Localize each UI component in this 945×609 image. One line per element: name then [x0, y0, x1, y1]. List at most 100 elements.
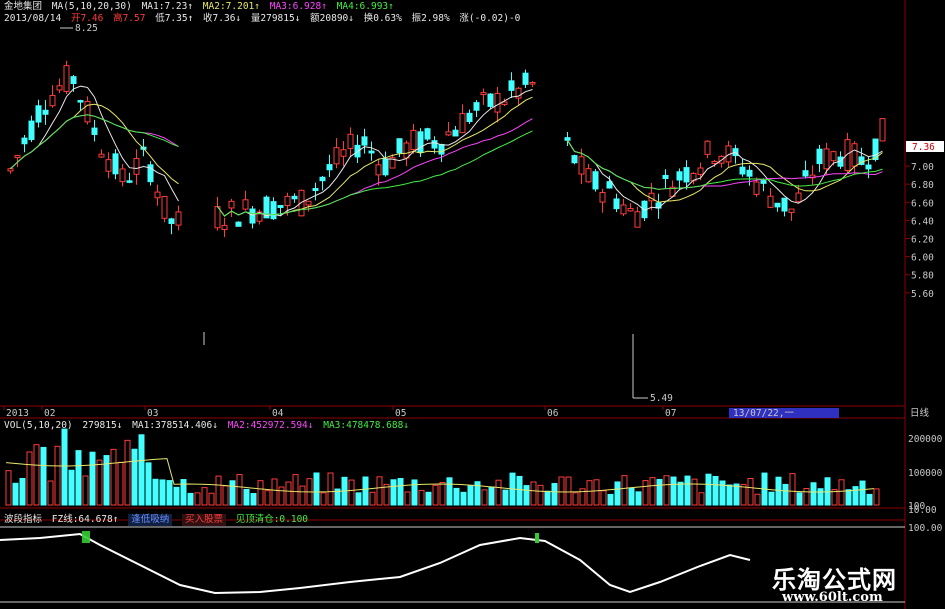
volume-bar-down [866, 493, 873, 506]
volume-bar-down [103, 455, 110, 506]
candle-up [56, 85, 63, 91]
volume-bar-up [642, 480, 649, 506]
volume-bar-down [810, 482, 817, 506]
volume-bar-up [215, 475, 222, 506]
volume-bar-down [40, 446, 47, 506]
date-tick-label: 05 [395, 408, 406, 419]
volume-bar-up [236, 474, 243, 506]
indicator-tick-100: 100.00 [908, 523, 943, 534]
volume-bar-up [565, 476, 572, 506]
volume-bar-down [446, 477, 453, 506]
candle-up [627, 208, 634, 212]
volume-bar-up [439, 482, 446, 506]
candle-up [63, 65, 70, 92]
volume-bar-down [467, 485, 474, 506]
candle-up [529, 82, 536, 85]
candle-down [368, 150, 375, 154]
period-label: 日线 [910, 407, 930, 419]
candle-down [452, 129, 459, 137]
volume-bar-down [488, 486, 495, 506]
volume-bar-down [390, 479, 397, 506]
fz-value: FZ线:64.678↑ [51, 514, 119, 525]
volume-bar-down [159, 479, 166, 506]
volume-bar-down [173, 486, 180, 506]
candle-down [277, 204, 284, 208]
candle-down [42, 109, 49, 115]
volume-bar-down [859, 480, 866, 506]
candle-up [851, 143, 858, 167]
volume-bar-down [453, 487, 460, 506]
price-tick-label: 5.80 [911, 271, 934, 282]
volume-bar-up [348, 479, 355, 506]
candle-up [105, 159, 112, 172]
candle-down [168, 218, 175, 224]
price-axis: 7.207.006.806.606.406.206.005.805.60 [905, 144, 934, 300]
volume-bar-down [817, 488, 824, 506]
candle-down [235, 221, 242, 227]
volume-bar-down [523, 485, 530, 506]
volume-bar-up [621, 475, 628, 506]
volume-bar-down [187, 492, 194, 506]
candle-down [662, 174, 669, 180]
candle-down [326, 164, 333, 171]
volume-bar-up [96, 459, 103, 506]
volume-bar-down [180, 479, 187, 506]
candle-down [270, 201, 277, 220]
candle-down [522, 72, 529, 85]
volume-bar-up [82, 475, 89, 506]
candle-up [154, 191, 161, 199]
candle-down [746, 169, 753, 177]
volume-bar-up [600, 490, 607, 506]
volume-bar-down [705, 473, 712, 506]
volume-bar-up [663, 475, 670, 506]
candle-down [112, 153, 119, 175]
candle-down [291, 195, 298, 200]
volume-bar-down [243, 488, 250, 506]
volume-bar-down [845, 489, 852, 506]
price-tick-label: 6.80 [911, 180, 934, 191]
candle-down [126, 180, 133, 183]
volume-bar-down [397, 478, 404, 506]
volume-bar-down [75, 450, 82, 506]
volume-bar-up [222, 485, 229, 506]
fz-line [0, 532, 751, 595]
volume-bar-down [425, 491, 432, 506]
candle-up [284, 195, 291, 207]
date-tick-label: 03 [147, 408, 158, 419]
price-tick-label: 6.40 [911, 216, 934, 227]
volume-bar-up [33, 444, 40, 506]
volume-bar-down [614, 481, 621, 506]
high-mark-label: 8.25 [75, 23, 98, 34]
volume-bar-up [747, 477, 754, 506]
candle-down [417, 131, 424, 153]
volume-bar-down [229, 480, 236, 506]
volume-bar-up [691, 478, 698, 506]
candle-down [361, 136, 368, 146]
volume-bar-down [145, 462, 152, 506]
candle-down [473, 102, 480, 111]
candle-down [424, 128, 431, 140]
volume-bar-up [208, 492, 215, 506]
candle-down [77, 100, 84, 103]
candle-up [49, 94, 56, 107]
candle-up [403, 142, 410, 159]
candle-down [21, 137, 28, 145]
buy-signal-marker [535, 533, 539, 543]
candle-up [494, 92, 501, 113]
candle-down [249, 208, 256, 224]
candle-up [161, 195, 168, 219]
volume-bar-down [12, 482, 19, 506]
moving-average-lines [10, 85, 883, 217]
candle-down [382, 158, 389, 176]
candle-down [774, 202, 781, 208]
volume-bar-down [131, 448, 138, 506]
volume-bar-down [712, 475, 719, 506]
volume-bar-down [138, 434, 145, 506]
candle-down [438, 143, 445, 155]
volume-bar-up [838, 479, 845, 506]
indicator-name[interactable]: 波段指标 [4, 514, 42, 525]
candle-down [739, 166, 746, 175]
buy-stock-label: 买入股票 [181, 514, 226, 526]
candle-up [221, 224, 228, 231]
volume-bar-down [89, 451, 96, 506]
